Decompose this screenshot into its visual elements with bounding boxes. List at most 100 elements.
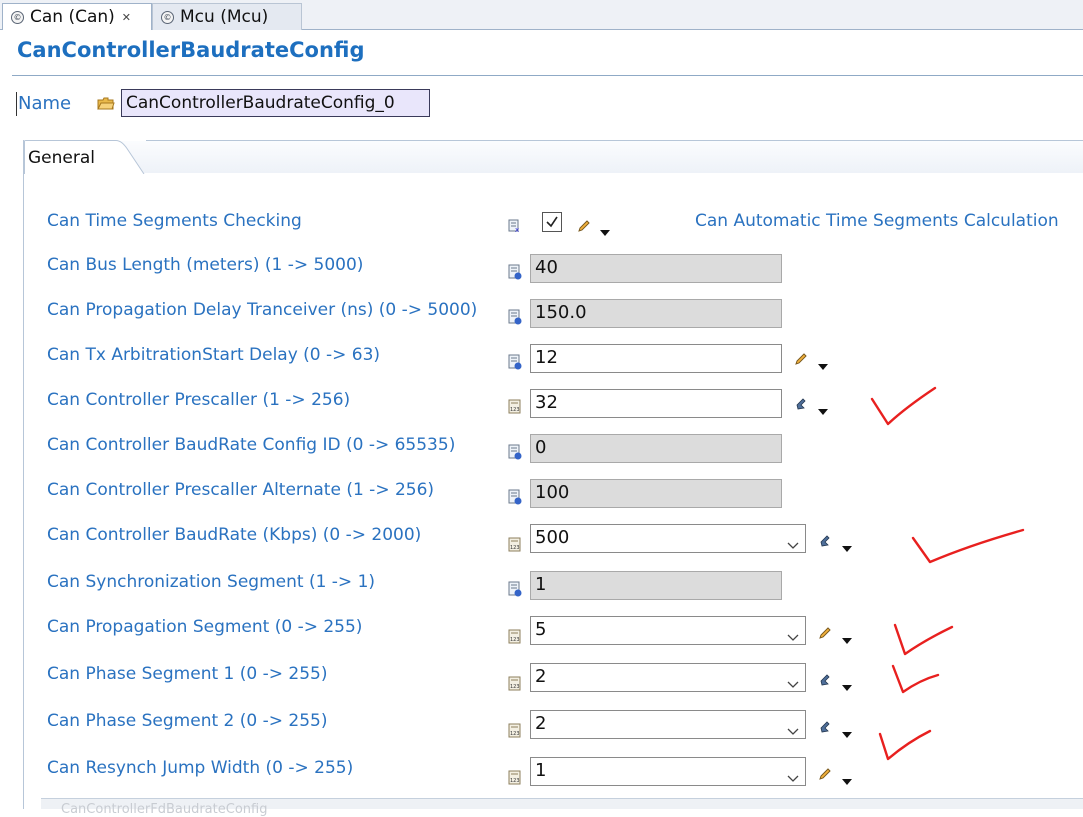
calculated-value-icon[interactable] (818, 533, 832, 552)
calculated-value-icon[interactable] (818, 719, 832, 738)
baudrate-config-id-field[interactable]: 0 (530, 434, 782, 463)
page-title: CanControllerBaudrateConfig (17, 38, 365, 62)
folder-icon (97, 96, 115, 115)
param-info-icon (508, 264, 522, 284)
propagation-segment-value: 5 (535, 619, 547, 640)
param-number-icon: 123 (508, 537, 522, 557)
param-info-icon (508, 354, 522, 374)
prescaller-alternate-label: Can Controller Prescaller Alternate (1 -… (47, 480, 435, 500)
svg-text:123: 123 (510, 731, 520, 737)
row-propagation-segment: Can Propagation Segment (0 -> 255) 123 5 (0, 616, 1083, 657)
module-icon: © (11, 10, 24, 24)
panel-tab-strip (120, 141, 1083, 173)
param-info-icon (508, 489, 522, 509)
phase-segment-2-value: 2 (535, 713, 547, 734)
param-number-icon: 123 (508, 399, 522, 419)
row-bus-length: Can Bus Length (meters) (1 -> 5000) 40 (0, 254, 1083, 295)
controller-prescaller-field[interactable]: 32 (530, 389, 782, 418)
row-time-segments-checking: Can Time Segments Checking x Can Automat… (0, 211, 1083, 251)
tab-general[interactable]: General (28, 148, 95, 168)
row-baudrate-config-id: Can Controller BaudRate Config ID (0 -> … (0, 434, 1083, 475)
dropdown-arrow-icon[interactable] (842, 770, 852, 789)
row-tx-arbitration-start-delay: Can Tx ArbitrationStart Delay (0 -> 63) … (0, 344, 1083, 385)
svg-text:123: 123 (510, 778, 520, 784)
divider (146, 140, 1083, 141)
param-x-icon: x (508, 218, 522, 237)
tab-can[interactable]: © Can (Can) ✕ (2, 3, 152, 30)
fd-baudrate-config-label: CanControllerFdBaudrateConfig (61, 802, 268, 817)
time-segments-checking-checkbox[interactable] (542, 212, 562, 232)
dropdown-arrow-icon[interactable] (818, 355, 828, 374)
tab-mcu-label: Mcu (Mcu) (180, 7, 269, 27)
chevron-down-icon[interactable] (787, 534, 799, 555)
pencil-icon[interactable] (794, 351, 808, 370)
controller-baudrate-label: Can Controller BaudRate (Kbps) (0 -> 200… (47, 525, 422, 545)
dropdown-arrow-icon[interactable] (818, 400, 828, 419)
bus-length-label: Can Bus Length (meters) (1 -> 5000) (47, 255, 364, 275)
text-cursor (16, 92, 17, 116)
param-info-icon (508, 309, 522, 329)
time-segments-checking-label: Can Time Segments Checking (47, 211, 302, 231)
chevron-down-icon[interactable] (787, 767, 799, 788)
row-phase-segment-1: Can Phase Segment 1 (0 -> 255) 123 2 (0, 663, 1083, 704)
propagation-segment-combo[interactable]: 5 (530, 616, 806, 645)
dropdown-arrow-icon[interactable] (842, 723, 852, 742)
prop-delay-tranceiver-label: Can Propagation Delay Tranceiver (ns) (0… (47, 300, 478, 320)
prop-delay-tranceiver-field[interactable]: 150.0 (530, 299, 782, 328)
tab-can-label: Can (Can) (30, 7, 115, 27)
sync-segment-field[interactable]: 1 (530, 571, 782, 600)
row-resynch-jump-width: Can Resynch Jump Width (0 -> 255) 123 1 (0, 757, 1083, 798)
param-info-icon (508, 581, 522, 601)
chevron-down-icon[interactable] (787, 673, 799, 694)
svg-text:123: 123 (510, 545, 520, 551)
dropdown-arrow-icon[interactable] (842, 676, 852, 695)
row-sync-segment: Can Synchronization Segment (1 -> 1) 1 (0, 571, 1083, 612)
phase-segment-2-combo[interactable]: 2 (530, 710, 806, 739)
phase-segment-1-label: Can Phase Segment 1 (0 -> 255) (47, 664, 328, 684)
param-number-icon: 123 (508, 770, 522, 790)
close-icon[interactable]: ✕ (122, 11, 131, 24)
dropdown-arrow-icon[interactable] (842, 537, 852, 556)
pencil-icon[interactable] (577, 218, 591, 237)
propagation-segment-label: Can Propagation Segment (0 -> 255) (47, 617, 363, 637)
chevron-down-icon[interactable] (787, 720, 799, 741)
checkmark-icon (546, 216, 558, 228)
resynch-jump-width-value: 1 (535, 760, 547, 781)
svg-text:123: 123 (510, 684, 520, 690)
baudrate-config-id-label: Can Controller BaudRate Config ID (0 -> … (47, 435, 456, 455)
svg-text:123: 123 (510, 407, 520, 413)
tx-arbitration-start-delay-field[interactable]: 12 (530, 344, 782, 373)
dropdown-arrow-icon[interactable] (842, 629, 852, 648)
controller-baudrate-combo[interactable]: 500 (530, 524, 806, 553)
controller-prescaller-label: Can Controller Prescaller (1 -> 256) (47, 390, 351, 410)
row-controller-prescaller: Can Controller Prescaller (1 -> 256) 123… (0, 389, 1083, 430)
param-info-icon (508, 444, 522, 464)
phase-segment-1-value: 2 (535, 666, 547, 687)
controller-baudrate-value: 500 (535, 527, 570, 548)
bus-length-field[interactable]: 40 (530, 254, 782, 283)
param-number-icon: 123 (508, 629, 522, 649)
calculated-value-icon[interactable] (818, 672, 832, 691)
param-number-icon: 123 (508, 723, 522, 743)
resynch-jump-width-label: Can Resynch Jump Width (0 -> 255) (47, 758, 354, 778)
phase-segment-1-combo[interactable]: 2 (530, 663, 806, 692)
svg-text:x: x (515, 226, 519, 233)
tab-mcu[interactable]: © Mcu (Mcu) (152, 3, 302, 30)
row-controller-baudrate: Can Controller BaudRate (Kbps) (0 -> 200… (0, 524, 1083, 565)
name-label: Name (18, 93, 72, 114)
calculated-value-icon[interactable] (794, 396, 808, 415)
prescaller-alternate-field[interactable]: 100 (530, 479, 782, 508)
dropdown-arrow-icon[interactable] (600, 221, 610, 240)
row-phase-segment-2: Can Phase Segment 2 (0 -> 255) 123 2 (0, 710, 1083, 751)
fd-baudrate-config-section[interactable]: CanControllerFdBaudrateConfig (41, 798, 1083, 817)
chevron-down-icon[interactable] (787, 626, 799, 647)
phase-segment-2-label: Can Phase Segment 2 (0 -> 255) (47, 711, 328, 731)
pencil-icon[interactable] (818, 766, 832, 785)
svg-text:123: 123 (510, 637, 520, 643)
auto-time-segments-calculation-link[interactable]: Can Automatic Time Segments Calculation (695, 211, 1059, 231)
row-prop-delay-tranceiver: Can Propagation Delay Tranceiver (ns) (0… (0, 299, 1083, 340)
pencil-icon[interactable] (818, 625, 832, 644)
name-field[interactable] (121, 89, 430, 117)
module-icon: © (161, 10, 174, 24)
resynch-jump-width-combo[interactable]: 1 (530, 757, 806, 786)
